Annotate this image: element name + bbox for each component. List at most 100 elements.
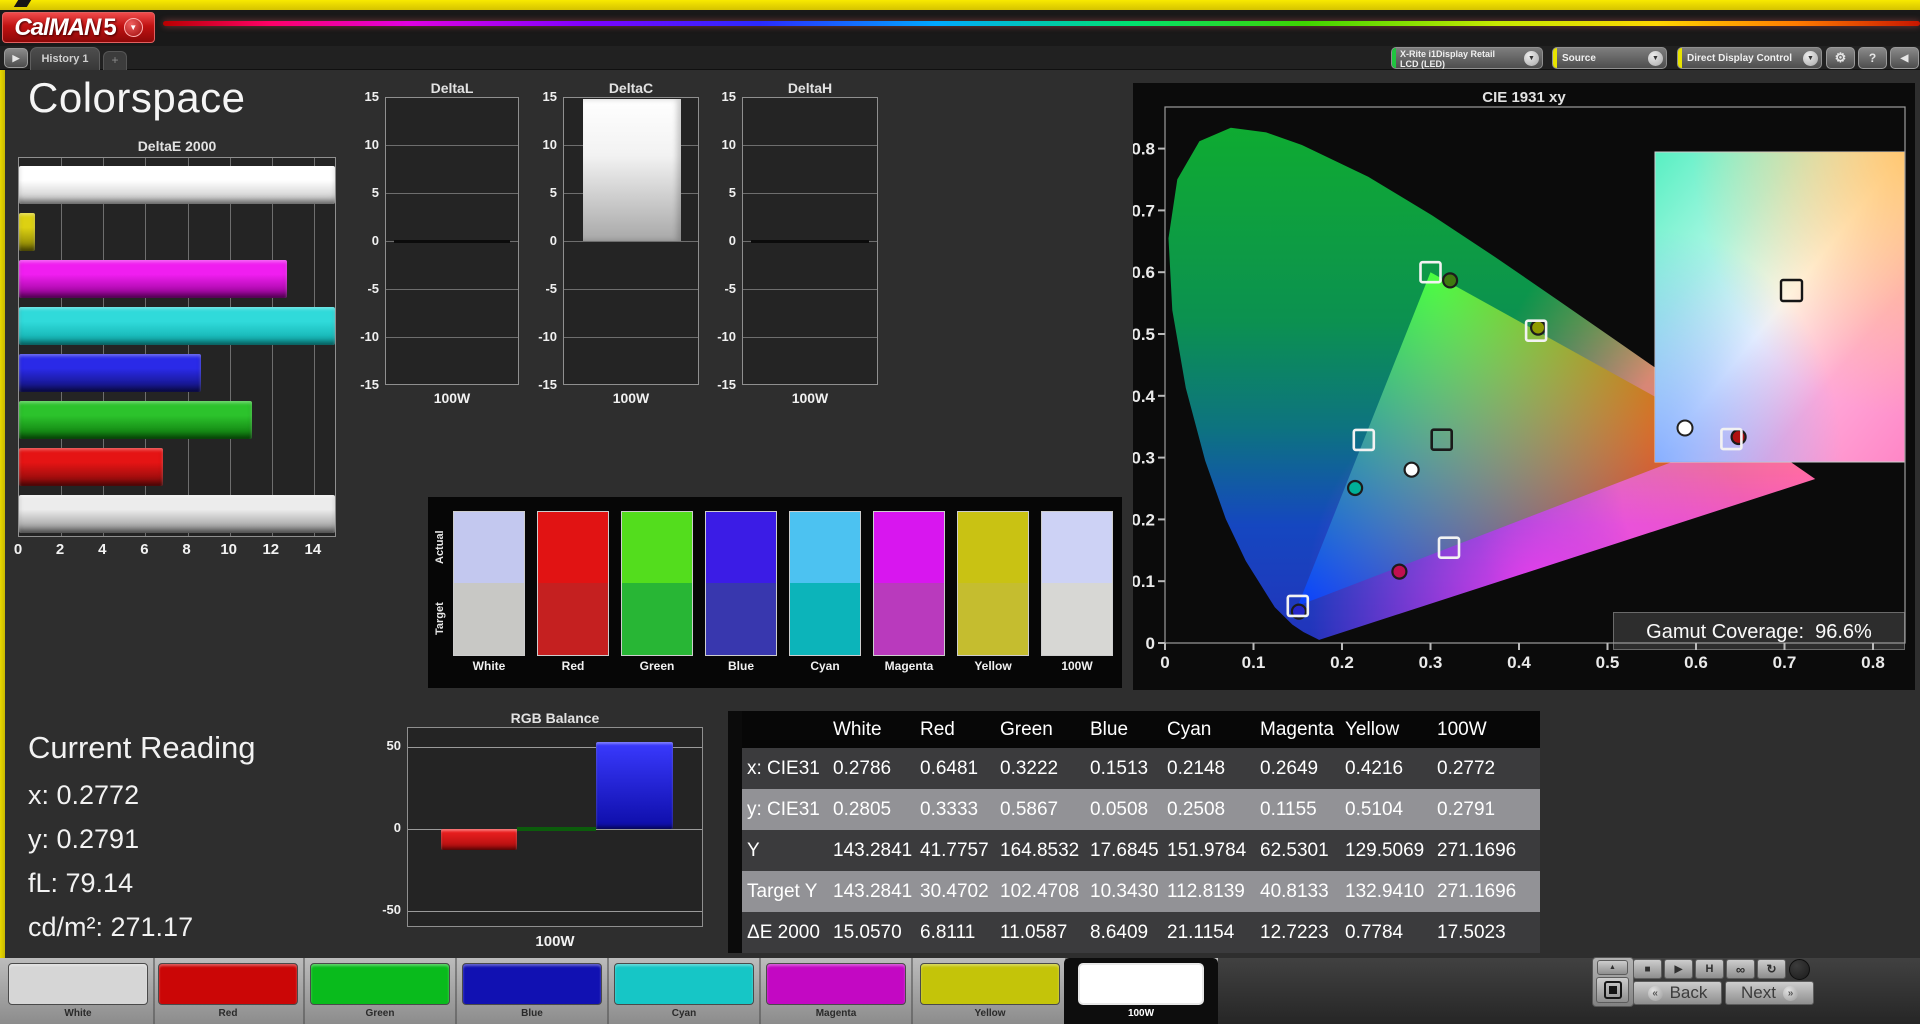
pattern-label: Blue: [462, 1008, 602, 1019]
pattern-cell[interactable]: Magenta: [766, 958, 906, 1024]
logo-version: 5: [103, 14, 116, 42]
pattern-swatch-yellow[interactable]: [920, 963, 1060, 1005]
table-header-row: WhiteRedGreenBlueCyanMagentaYellow100W: [742, 711, 1540, 748]
current-reading-title: Current Reading: [28, 730, 255, 766]
swatch-outline: [705, 511, 777, 656]
zero-value-bar: [394, 240, 510, 243]
table-cell: 17.5023: [1432, 912, 1540, 953]
pattern-cell[interactable]: Yellow: [920, 958, 1060, 1024]
svg-text:0.3: 0.3: [1133, 449, 1155, 468]
pattern-cell[interactable]: Blue: [462, 958, 602, 1024]
gridline: [314, 158, 315, 536]
table-cell: 15.0570: [828, 912, 915, 953]
pattern-cell[interactable]: Green: [310, 958, 450, 1024]
deltae-tick-label: 0: [6, 541, 30, 558]
rgb-bar-red: [441, 829, 517, 850]
pattern-cell[interactable]: White: [8, 958, 148, 1024]
swatch-column-label: Yellow: [951, 659, 1035, 673]
y-tick-label: -15: [341, 377, 379, 392]
stop-read-button[interactable]: ■: [1633, 959, 1662, 979]
pattern-swatch-magenta[interactable]: [766, 963, 906, 1005]
pattern-label: White: [8, 1008, 148, 1019]
deltae-bar-white: [19, 166, 335, 204]
refresh-icon: ↻: [1766, 962, 1776, 976]
pattern-separator: [607, 958, 609, 1024]
app-logo[interactable]: CalMAN 5 ▼: [2, 12, 155, 43]
deltae-bar-100w: [19, 495, 335, 533]
refresh-read-button[interactable]: ↻: [1757, 959, 1786, 979]
title-bar: CalMAN 5 ▼: [0, 10, 1920, 46]
zero-value-bar: [751, 240, 869, 243]
y-tick-label: 15: [698, 89, 736, 104]
table-row-label: x: CIE31: [742, 748, 828, 789]
deltae-bar-yellow: [19, 213, 35, 251]
pattern-label: Green: [310, 1008, 450, 1019]
swatch-column-label: Magenta: [867, 659, 951, 673]
source-dropdown[interactable]: Source ▼: [1552, 47, 1667, 69]
rgb-bar-blue: [596, 742, 673, 829]
infinity-icon: ∞: [1736, 962, 1745, 977]
new-tab-button[interactable]: +: [103, 51, 127, 70]
table-cell: 0.1513: [1085, 748, 1162, 789]
pattern-swatch-cyan[interactable]: [614, 963, 754, 1005]
tab-history[interactable]: History 1: [30, 47, 100, 70]
y-tick-label: 0: [698, 233, 736, 248]
rgb-bar-green: [517, 827, 596, 831]
continuous-read-button[interactable]: ∞: [1726, 959, 1755, 979]
y-tick-label: 15: [519, 89, 557, 104]
table-cell: 8.6409: [1085, 912, 1162, 953]
help-icon: ?: [1869, 51, 1876, 65]
deltae-bar-cyan: [19, 307, 335, 345]
pause-read-button[interactable]: H: [1695, 959, 1724, 979]
tab-bar: ▶ History 1 + X-Rite i1Display Retail LC…: [0, 46, 1920, 70]
gridline: [743, 193, 877, 194]
help-button[interactable]: ?: [1858, 47, 1887, 69]
table-header-cell: Green: [995, 711, 1085, 748]
meter-dropdown[interactable]: X-Rite i1Display Retail LCD (LED) ▼: [1391, 47, 1543, 69]
pattern-swatch-blue[interactable]: [462, 963, 602, 1005]
pattern-cell-selected[interactable]: 100W: [1064, 958, 1218, 1024]
meter-label-line2: LCD (LED): [1400, 59, 1445, 69]
display-control-dropdown[interactable]: Direct Display Control ▼: [1677, 47, 1822, 69]
deltae-chart: [18, 157, 336, 537]
pattern-cell[interactable]: Red: [158, 958, 298, 1024]
next-button[interactable]: Next »: [1725, 981, 1814, 1005]
deltae-chart-title: DeltaE 2000: [18, 138, 336, 154]
deltae-tick-label: 6: [132, 541, 156, 558]
settings-button[interactable]: ⚙: [1826, 47, 1855, 69]
swatch-outline: [873, 511, 945, 656]
pattern-cell[interactable]: Cyan: [614, 958, 754, 1024]
collapse-panel-button[interactable]: ◀: [1890, 47, 1919, 69]
target-row-label: Target: [432, 583, 448, 655]
eject-button[interactable]: ▲: [1597, 960, 1628, 975]
cie-1931-panel: CIE 1931 xy Gamut Coverage: 96.6% 00.10.…: [1133, 83, 1915, 690]
back-button[interactable]: « Back: [1633, 981, 1722, 1005]
gridline: [230, 158, 231, 536]
play-icon: ▶: [1675, 964, 1683, 975]
record-disabled-button[interactable]: [1789, 959, 1810, 980]
workflow-play-button[interactable]: ▶: [4, 48, 28, 68]
next-label: Next: [1741, 983, 1776, 1003]
y-tick-label: 10: [698, 137, 736, 152]
swatch-outline: [453, 511, 525, 656]
table-cell: 40.8133: [1255, 871, 1340, 912]
pattern-swatch-white[interactable]: [8, 963, 148, 1005]
pattern-swatch-green[interactable]: [310, 963, 450, 1005]
play-read-button[interactable]: ▶: [1664, 959, 1693, 979]
svg-text:0.4: 0.4: [1133, 387, 1156, 406]
deltae-bar-green: [19, 401, 252, 439]
table-cell: 129.5069: [1340, 830, 1432, 871]
table-header-cell: Blue: [1085, 711, 1162, 748]
table-cell: 0.2649: [1255, 748, 1340, 789]
pattern-swatch-red[interactable]: [158, 963, 298, 1005]
stop-pattern-button[interactable]: [1596, 977, 1629, 1003]
y-tick-label: -15: [519, 377, 557, 392]
deltac-chart: [563, 97, 699, 385]
pattern-swatch-100w[interactable]: [1078, 963, 1204, 1005]
gridline: [564, 289, 698, 290]
logo-dropdown-icon[interactable]: ▼: [124, 18, 143, 37]
table-row: y: CIE310.28050.33330.58670.05080.25080.…: [742, 789, 1540, 830]
svg-text:0: 0: [1160, 653, 1169, 672]
delta-chart-xlabel: 100W: [742, 390, 878, 406]
table-header-cell: Magenta: [1255, 711, 1340, 748]
